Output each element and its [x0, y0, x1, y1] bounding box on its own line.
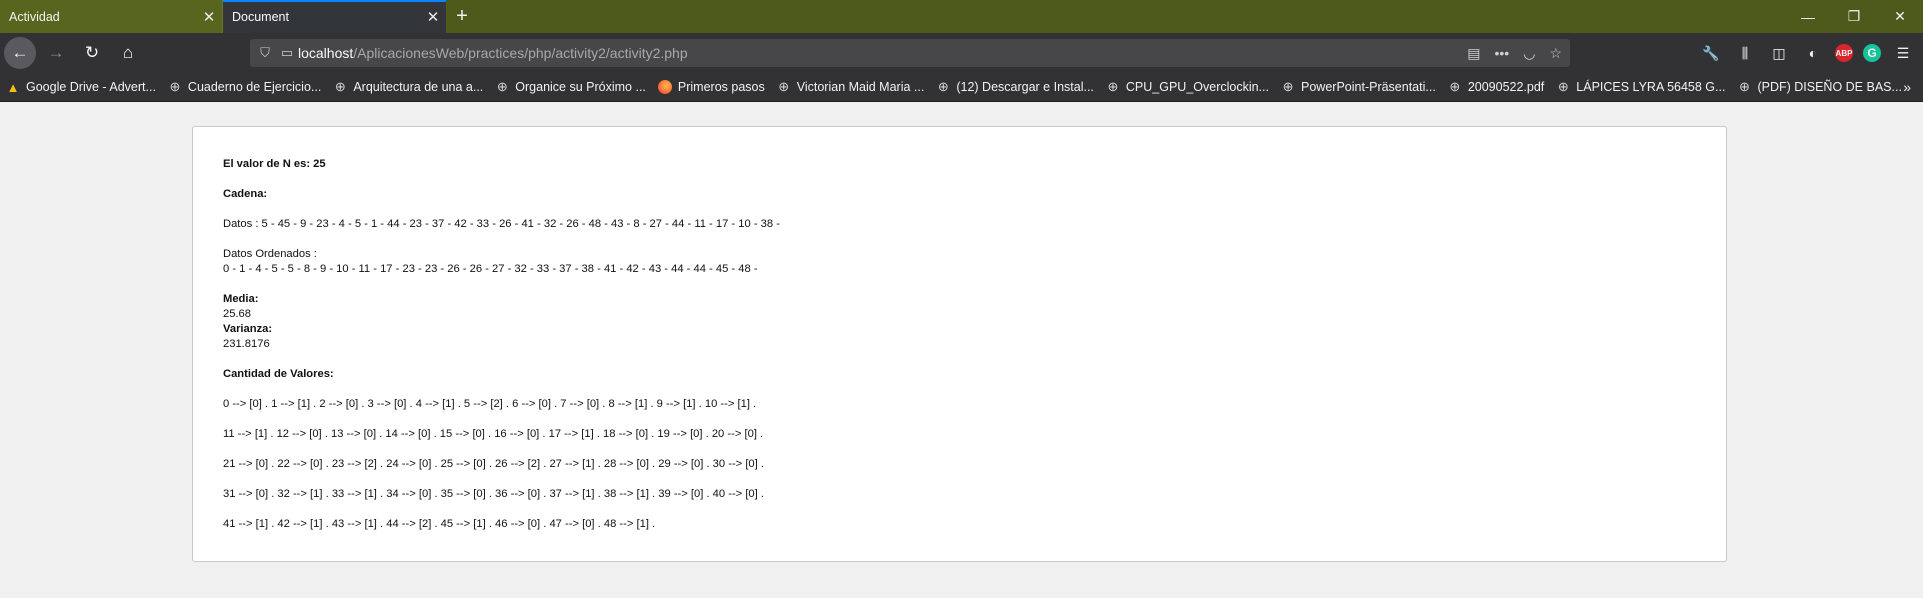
globe-icon: ⊕ — [496, 79, 508, 94]
restore-button[interactable]: ❐ — [1831, 0, 1877, 33]
adblock-plus-icon[interactable]: ABP — [1835, 44, 1853, 62]
minimize-button[interactable]: — — [1785, 0, 1831, 33]
page-info-icon[interactable]: ▭ — [276, 45, 298, 61]
window-controls: — ❐ ✕ — [1785, 0, 1923, 33]
drive-icon: ▲ — [6, 79, 20, 95]
globe-icon: ⊕ — [1449, 79, 1461, 94]
datos-line: Datos : 5 - 45 - 9 - 23 - 4 - 5 - 1 - 44… — [223, 218, 780, 230]
bookmark-item[interactable]: ▲ Google Drive - Advert... — [0, 79, 162, 95]
bookmarks-toolbar: ▲ Google Drive - Advert... ⊕ Cuaderno de Ej… — [0, 73, 1923, 102]
forward-button[interactable]: → — [40, 37, 72, 69]
home-button[interactable]: ⌂ — [112, 37, 144, 69]
cantidad-row: 21 --> [0] . 22 --> [0] . 23 --> [2] . 2… — [223, 458, 764, 470]
tab-strip: Actividad ✕ Document ✕ + — ❐ ✕ — [0, 0, 1923, 33]
globe-icon: ⊕ — [1282, 79, 1294, 94]
bookmark-label: 20090522.pdf — [1467, 80, 1545, 94]
close-tab-icon[interactable]: ✕ — [196, 8, 222, 26]
library-icon[interactable]: ⫼ — [1733, 41, 1757, 65]
hamburger-menu-icon[interactable]: ☰ — [1891, 41, 1915, 65]
reader-view-icon[interactable]: ▤ — [1467, 45, 1480, 62]
bookmark-label: (PDF) DISEÑO DE BAS... — [1757, 80, 1902, 94]
datos-ordenados-block: Datos Ordenados : 0 - 1 - 4 - 5 - 5 - 8 … — [223, 247, 1726, 277]
cantidad-heading: Cantidad de Valores: — [223, 368, 334, 380]
result-card: El valor de N es: 25 Cadena: Datos : 5 -… — [192, 126, 1727, 562]
varianza-label: Varianza: — [223, 323, 273, 335]
bookmark-label: (12) Descargar e Instal... — [956, 80, 1094, 94]
address-bar[interactable]: ⛉ ▭ localhost/AplicacionesWeb/practices/… — [250, 39, 1570, 67]
bookmark-label: Cuaderno de Ejercicio... — [187, 80, 322, 94]
n-value-heading: El valor de N es: 25 — [223, 158, 326, 170]
bookmark-label: Primeros pasos — [677, 80, 765, 94]
tab-title: Actividad — [9, 9, 60, 24]
navigation-toolbar: ← → ↻ ⌂ ⛉ ▭ localhost/AplicacionesWeb/pr… — [0, 33, 1923, 73]
statistics-block: Media: 25.68 Varianza: 231.8176 — [223, 292, 1726, 352]
bookmark-star-icon[interactable]: ☆ — [1549, 45, 1562, 62]
globe-icon: ⊕ — [169, 79, 181, 94]
tab-title: Document — [232, 9, 289, 24]
globe-icon: ⊕ — [778, 79, 790, 94]
globe-icon: ⊕ — [1739, 79, 1750, 94]
globe-icon: ⊕ — [1107, 79, 1119, 94]
bookmark-label: LÁPICES LYRA 56458 G... — [1576, 80, 1726, 94]
close-tab-icon[interactable]: ✕ — [420, 8, 446, 26]
cantidad-row: 41 --> [1] . 42 --> [1] . 43 --> [1] . 4… — [223, 518, 656, 530]
bookmark-label: Google Drive - Advert... — [26, 80, 156, 94]
bookmark-item[interactable]: ⊕ Organice su Próximo ... — [489, 79, 652, 94]
cantidad-row: 31 --> [0] . 32 --> [1] . 33 --> [1] . 3… — [223, 488, 764, 500]
extension-leaf-icon[interactable]: ◐ — [1801, 41, 1825, 65]
cadena-heading: Cadena: — [223, 188, 268, 200]
url-path: /AplicacionesWeb/practices/php/activity2… — [353, 45, 688, 61]
cantidad-row: 11 --> [1] . 12 --> [0] . 13 --> [0] . 1… — [223, 428, 764, 440]
globe-icon: ⊕ — [334, 79, 346, 94]
globe-icon: ⊕ — [937, 79, 949, 94]
tracking-protection-shield-icon[interactable]: ⛉ — [254, 45, 276, 61]
tools-wrench-icon[interactable]: 🔧 — [1699, 41, 1723, 65]
media-label: Media: — [223, 293, 259, 305]
bookmark-item[interactable]: ⊕ LÁPICES LYRA 56458 G... — [1550, 79, 1731, 94]
address-bar-actions: ▤ ••• ◡ ☆ — [1467, 45, 1562, 62]
back-button[interactable]: ← — [4, 37, 36, 69]
pocket-icon[interactable]: ◡ — [1523, 45, 1535, 62]
datos-ordenados-values: 0 - 1 - 4 - 5 - 5 - 8 - 9 - 10 - 11 - 17… — [223, 263, 758, 275]
bookmark-label: Organice su Próximo ... — [515, 80, 646, 94]
datos-ordenados-label: Datos Ordenados : — [223, 248, 317, 260]
toolbar-extensions: 🔧 ⫼ ◫ ◐ ABP G ☰ — [1699, 41, 1915, 65]
media-value: 25.68 — [223, 308, 251, 320]
bookmark-label: CPU_GPU_Overclockin... — [1125, 80, 1270, 94]
bookmarks-overflow-chevron-icon[interactable]: » — [1903, 79, 1911, 95]
bookmark-item[interactable]: ⊕ Cuaderno de Ejercicio... — [162, 79, 327, 94]
tab-actividad[interactable]: Actividad ✕ — [0, 0, 223, 33]
bookmark-item[interactable]: ⊕ (PDF) DISEÑO DE BAS... — [1731, 79, 1907, 94]
reload-button[interactable]: ↻ — [76, 37, 108, 69]
bookmark-item[interactable]: ⊕ Victorian Maid Maria ... — [771, 79, 931, 94]
page-actions-icon[interactable]: ••• — [1495, 45, 1510, 62]
bookmark-item[interactable]: ⊕ PowerPoint-Präsentati... — [1275, 79, 1442, 94]
bookmark-item[interactable]: ⊕ Arquitectura de una a... — [327, 79, 489, 94]
new-tab-button[interactable]: + — [446, 0, 478, 33]
tab-document[interactable]: Document ✕ — [223, 0, 446, 33]
bookmark-item[interactable]: ⊕ 20090522.pdf — [1442, 79, 1550, 94]
bookmark-item[interactable]: ⊕ (12) Descargar e Instal... — [930, 79, 1100, 94]
grammarly-icon[interactable]: G — [1863, 44, 1881, 62]
close-window-button[interactable]: ✕ — [1877, 0, 1923, 33]
bookmark-item[interactable]: Primeros pasos — [652, 80, 771, 94]
bookmark-item[interactable]: ⊕ CPU_GPU_Overclockin... — [1100, 79, 1275, 94]
page-viewport: El valor de N es: 25 Cadena: Datos : 5 -… — [0, 102, 1923, 598]
varianza-value: 231.8176 — [223, 338, 270, 350]
bookmark-label: PowerPoint-Präsentati... — [1301, 80, 1436, 94]
cantidad-row: 0 --> [0] . 1 --> [1] . 2 --> [0] . 3 --… — [223, 398, 757, 410]
sidebar-icon[interactable]: ◫ — [1767, 41, 1791, 65]
bookmark-label: Arquitectura de una a... — [353, 80, 484, 94]
bookmark-label: Victorian Maid Maria ... — [796, 80, 925, 94]
globe-icon: ⊕ — [1557, 79, 1569, 94]
firefox-icon — [657, 80, 672, 94]
url-host: localhost — [298, 45, 354, 61]
